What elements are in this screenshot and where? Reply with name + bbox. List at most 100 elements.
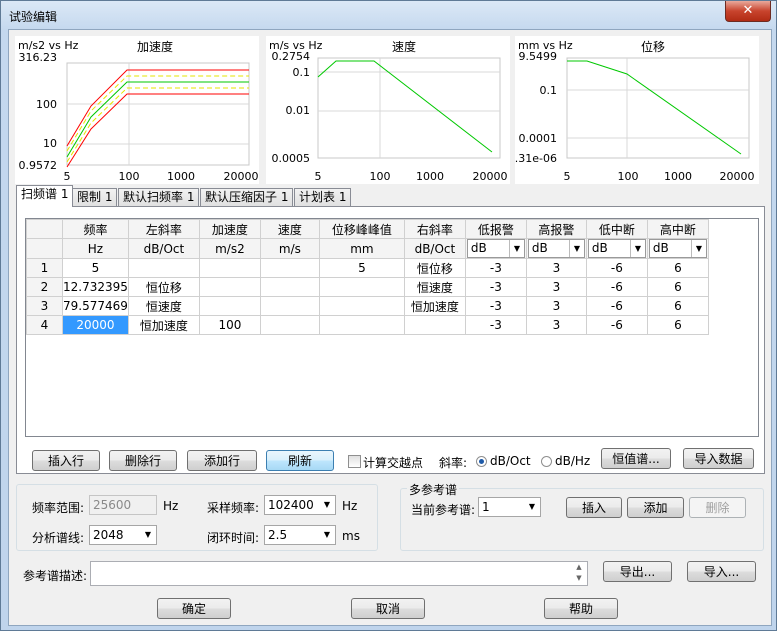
chevron-down-icon[interactable]: ▼	[140, 526, 156, 544]
close-button[interactable]: ✕	[725, 1, 771, 22]
tab-schedule[interactable]: 计划表 1	[294, 188, 352, 206]
row-header[interactable]: 1	[26, 258, 63, 278]
row-header[interactable]: 2	[26, 277, 63, 297]
table-cell[interactable]: 3	[525, 296, 587, 316]
spectral-lines-select[interactable]: 2048 ▼	[89, 525, 157, 545]
refresh-button[interactable]: 刷新	[266, 450, 334, 471]
table-cell[interactable]: -3	[464, 296, 527, 316]
table-cell[interactable]: -6	[585, 258, 648, 278]
chevron-down-icon[interactable]: ▼	[319, 496, 335, 514]
table-cell[interactable]	[318, 296, 405, 316]
table-cell[interactable]: -3	[464, 258, 527, 278]
spectral-lines-label: 分析谱线:	[32, 531, 85, 545]
current-reference-select[interactable]: 1 ▼	[478, 497, 541, 517]
table-cell[interactable]	[259, 315, 320, 335]
column-header[interactable]: 高中断	[646, 219, 709, 239]
column-header[interactable]: 速度	[259, 219, 320, 239]
unit-select[interactable]: dB ▼	[527, 239, 585, 258]
table-cell-selected[interactable]: 20000	[62, 315, 129, 335]
table-cell[interactable]: 100	[198, 315, 261, 335]
table-cell[interactable]	[259, 296, 320, 316]
table-cell[interactable]: 5	[318, 258, 405, 278]
table-cell[interactable]	[259, 258, 320, 278]
chevron-down-icon[interactable]: ▼	[508, 240, 524, 257]
table-cell[interactable]	[198, 258, 261, 278]
table-cell[interactable]: 3	[525, 315, 587, 335]
chevron-down-icon[interactable]: ▼	[319, 526, 335, 544]
spectrum-grid[interactable]: 频率 左斜率 加速度 速度 位移峰峰值 右斜率 低报警 高报警 低中断 高中断 …	[25, 218, 759, 437]
import-data-button[interactable]: 导入数据	[683, 448, 754, 469]
table-cell[interactable]	[259, 277, 320, 297]
import-button[interactable]: 导入...	[687, 561, 756, 582]
constant-spectrum-button[interactable]: 恒值谱...	[601, 448, 671, 469]
ok-button[interactable]: 确定	[157, 598, 231, 619]
table-cell[interactable]: -6	[585, 277, 648, 297]
y-top-label: 0.2754	[272, 50, 311, 63]
export-button[interactable]: 导出...	[603, 561, 672, 582]
unit-select[interactable]: dB ▼	[587, 239, 646, 258]
row-header[interactable]: 4	[26, 315, 63, 335]
delete-row-button[interactable]: 删除行	[109, 450, 177, 471]
table-cell[interactable]: 恒加速度	[403, 296, 466, 316]
add-reference-button[interactable]: 添加	[627, 497, 684, 518]
slope-dbhz-radio[interactable]	[541, 456, 552, 467]
insert-row-button[interactable]: 插入行	[32, 450, 100, 471]
ref-desc-scrollbar[interactable]: ▲ ▼	[571, 562, 587, 585]
table-cell[interactable]	[127, 258, 200, 278]
table-cell[interactable]: 恒速度	[403, 277, 466, 297]
column-header[interactable]: 左斜率	[127, 219, 200, 239]
add-row-button[interactable]: 添加行	[187, 450, 257, 471]
table-cell[interactable]: 6	[646, 258, 709, 278]
table-cell[interactable]: 恒加速度	[127, 315, 200, 335]
column-header[interactable]: 右斜率	[403, 219, 466, 239]
calc-intersection-checkbox[interactable]	[348, 455, 361, 468]
ref-desc-input[interactable]	[90, 561, 588, 586]
loop-time-select[interactable]: 2.5 ▼	[264, 525, 336, 545]
table-cell[interactable]: 6	[646, 315, 709, 335]
table-cell[interactable]	[198, 277, 261, 297]
table-cell[interactable]: 79.577469	[62, 296, 129, 316]
table-cell[interactable]: -3	[464, 315, 527, 335]
tab-limits[interactable]: 限制 1	[72, 188, 118, 206]
chevron-down-icon[interactable]: ▼	[690, 240, 706, 257]
table-cell[interactable]: 恒位移	[127, 277, 200, 297]
chevron-down-icon[interactable]: ▼	[524, 498, 540, 516]
chevron-down-icon[interactable]: ▼	[568, 240, 584, 257]
table-cell[interactable]: 6	[646, 277, 709, 297]
row-header[interactable]: 3	[26, 296, 63, 316]
sample-rate-select[interactable]: 102400 ▼	[264, 495, 336, 515]
table-cell[interactable]: -6	[585, 315, 648, 335]
column-header[interactable]: 高报警	[525, 219, 587, 239]
table-cell[interactable]: 恒速度	[127, 296, 200, 316]
table-cell[interactable]: 恒位移	[403, 258, 466, 278]
slope-dboct-radio[interactable]	[476, 456, 487, 467]
tab-default-compression[interactable]: 默认压缩因子 1	[200, 188, 294, 206]
column-header[interactable]: 低报警	[464, 219, 527, 239]
help-button[interactable]: 帮助	[544, 598, 618, 619]
table-cell[interactable]: 3	[525, 277, 587, 297]
unit-select[interactable]: dB ▼	[648, 239, 707, 258]
table-cell[interactable]	[318, 277, 405, 297]
column-header[interactable]: 位移峰峰值	[318, 219, 405, 239]
chevron-down-icon[interactable]: ▼	[629, 240, 645, 257]
table-cell[interactable]: -3	[464, 277, 527, 297]
table-cell[interactable]	[318, 315, 405, 335]
delete-reference-button[interactable]: 删除	[689, 497, 746, 518]
freq-range-field[interactable]: 25600	[89, 495, 157, 515]
tab-default-sweep-rate[interactable]: 默认扫频率 1	[118, 188, 200, 206]
unit-select[interactable]: dB ▼	[466, 239, 525, 258]
cancel-button[interactable]: 取消	[351, 598, 425, 619]
table-cell[interactable]: 12.732395	[62, 277, 129, 297]
table-cell[interactable]	[403, 315, 466, 335]
column-header[interactable]: 频率	[62, 219, 129, 239]
column-header[interactable]: 低中断	[585, 219, 648, 239]
table-cell[interactable]: 3	[525, 258, 587, 278]
unit-cell: m/s	[259, 238, 320, 259]
insert-reference-button[interactable]: 插入	[566, 497, 622, 518]
table-cell[interactable]: 5	[62, 258, 129, 278]
column-header[interactable]: 加速度	[198, 219, 261, 239]
table-cell[interactable]	[198, 296, 261, 316]
table-cell[interactable]: -6	[585, 296, 648, 316]
tab-sweep-spectrum[interactable]: 扫频谱 1	[16, 185, 74, 207]
table-cell[interactable]: 6	[646, 296, 709, 316]
